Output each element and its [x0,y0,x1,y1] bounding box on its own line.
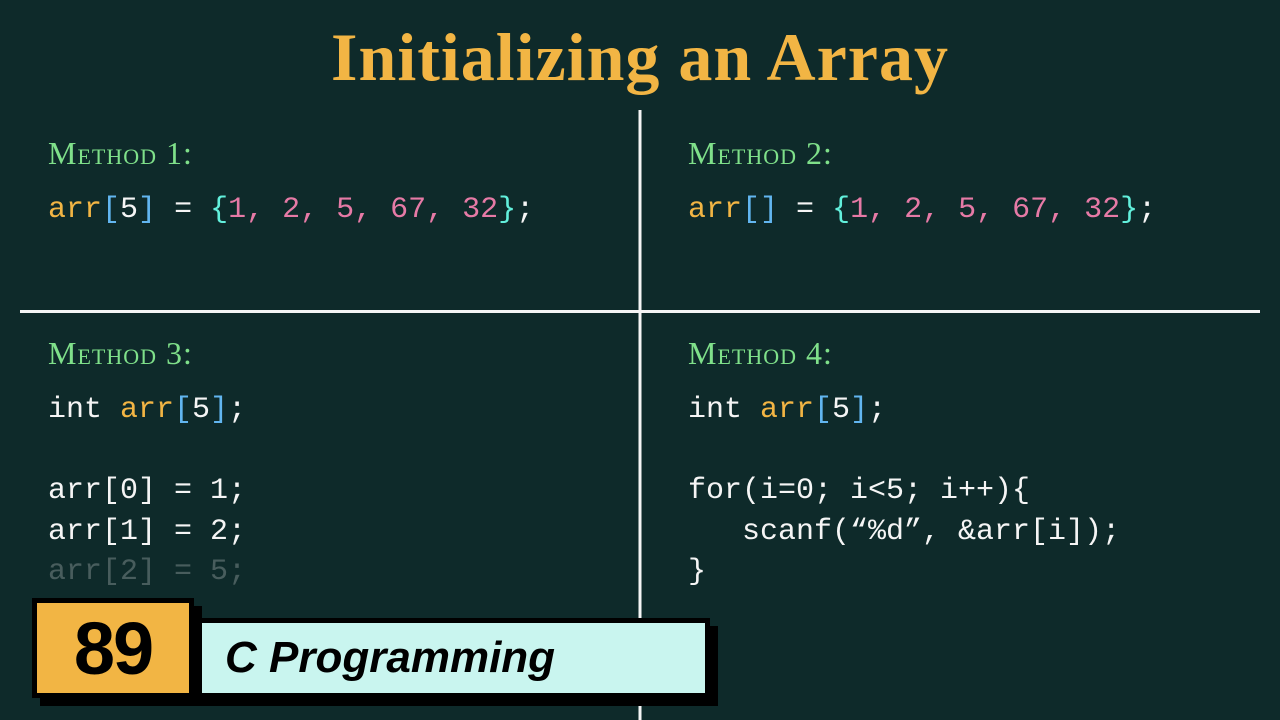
method-1-cell: Method 1: arr[5] = {1, 2, 5, 67, 32}; [20,110,640,310]
method-1-code: arr[5] = {1, 2, 5, 67, 32}; [48,190,612,231]
method-1-label: Method 1: [48,135,612,172]
episode-number: 89 [74,606,152,691]
series-badge: C Programming [190,618,710,698]
method-3-code: int arr[5]; arr[0] = 1; arr[1] = 2; arr[… [48,390,612,593]
method-2-code: arr[] = {1, 2, 5, 67, 32}; [688,190,1232,231]
method-2-label: Method 2: [688,135,1232,172]
method-4-label: Method 4: [688,335,1232,372]
method-2-cell: Method 2: arr[] = {1, 2, 5, 67, 32}; [640,110,1260,310]
episode-badge: 89 [32,598,194,698]
method-3-label: Method 3: [48,335,612,372]
series-badge-text: C Programming [225,633,555,683]
method-4-code: int arr[5]; for(i=0; i<5; i++){ scanf(“%… [688,390,1232,593]
page-title: Initializing an Array [0,0,1280,97]
method-4-cell: Method 4: int arr[5]; for(i=0; i<5; i++)… [640,310,1260,720]
